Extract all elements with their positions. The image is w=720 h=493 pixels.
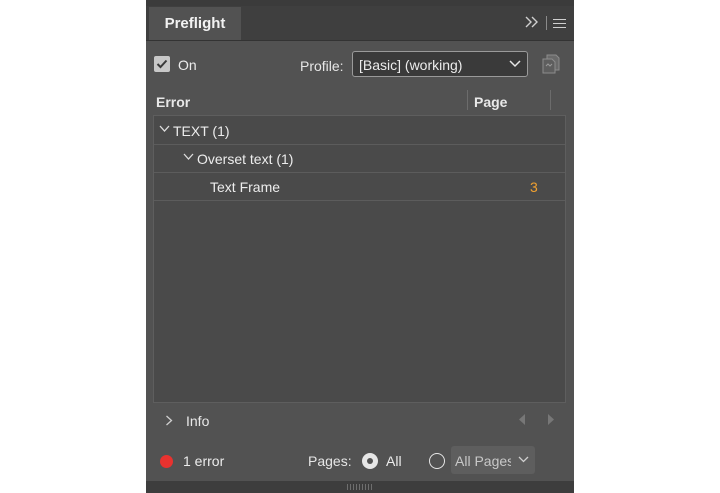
chevron-down-icon: [518, 456, 529, 463]
panel-tab-row: Preflight: [146, 6, 574, 41]
checkmark-icon: [156, 59, 168, 69]
pages-range-radio[interactable]: [429, 453, 445, 469]
list-item[interactable]: Text Frame 3: [154, 172, 565, 201]
column-separator[interactable]: [467, 90, 468, 110]
next-arrow-icon[interactable]: [547, 414, 555, 425]
preflight-panel: Preflight On Profile: [Basic] (working): [146, 0, 574, 493]
on-checkbox[interactable]: [154, 56, 170, 72]
pages-label: Pages:: [308, 453, 352, 469]
panel-resize-bar[interactable]: [146, 481, 574, 493]
column-page-header[interactable]: Page: [474, 94, 507, 110]
pages-all-label: All: [386, 453, 402, 469]
panel-controls-divider: [546, 16, 547, 30]
error-status-dot: [160, 455, 173, 468]
info-section[interactable]: Info: [146, 405, 574, 435]
on-label: On: [178, 57, 197, 73]
tab-preflight[interactable]: Preflight: [149, 7, 241, 40]
previous-arrow-icon[interactable]: [518, 414, 526, 425]
panel-controls: [524, 13, 566, 33]
column-separator[interactable]: [550, 90, 551, 110]
page-range-dropdown[interactable]: All Pages: [451, 446, 535, 474]
chevron-down-icon[interactable]: [159, 125, 170, 133]
list-item[interactable]: Overset text (1): [154, 144, 565, 173]
profile-dropdown[interactable]: [Basic] (working): [352, 51, 528, 77]
chevron-down-icon[interactable]: [183, 153, 194, 161]
profile-label: Profile:: [300, 58, 344, 74]
error-subcategory-label: Overset text (1): [197, 151, 294, 167]
error-page-link[interactable]: 3: [530, 179, 538, 195]
chevron-right-icon[interactable]: [165, 415, 173, 426]
list-item[interactable]: TEXT (1): [154, 116, 565, 145]
pages-all-radio[interactable]: [362, 453, 378, 469]
status-row: 1 error Pages: All All Pages: [146, 446, 574, 476]
resize-grip-icon[interactable]: [347, 484, 373, 490]
error-item-label: Text Frame: [210, 179, 281, 195]
error-list: TEXT (1) Overset text (1) Text Frame 3: [153, 115, 566, 403]
info-label: Info: [186, 413, 210, 429]
column-error-header[interactable]: Error: [156, 94, 190, 110]
error-count: 1 error: [183, 453, 225, 469]
define-profiles-icon[interactable]: [540, 54, 560, 74]
hamburger-menu-icon[interactable]: [553, 18, 566, 29]
page-range-value: All Pages: [455, 453, 511, 469]
chevron-down-icon: [509, 60, 521, 68]
error-category-label: TEXT (1): [173, 123, 230, 139]
column-header: Error Page: [146, 88, 574, 114]
double-chevron-right-icon[interactable]: [524, 15, 540, 31]
options-row: On Profile: [Basic] (working): [146, 50, 574, 80]
profile-value: [Basic] (working): [359, 57, 463, 73]
